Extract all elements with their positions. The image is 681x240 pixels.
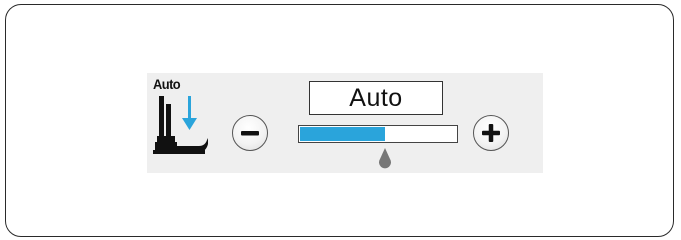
pressure-value-display: Auto [309,81,443,115]
decrease-button[interactable] [232,115,268,151]
presser-foot-auto-label: Auto [153,76,181,92]
pressure-level-bar[interactable] [298,125,458,143]
slider-knob-icon[interactable] [378,148,392,170]
presser-foot-pressure-panel: Auto Auto [147,73,543,173]
presser-foot-icon: Auto [151,76,211,168]
pressure-level-fill [300,127,386,141]
presser-foot-graphic [153,96,208,154]
plus-icon [482,124,500,142]
increase-button[interactable] [473,115,509,151]
minus-icon [241,131,259,136]
